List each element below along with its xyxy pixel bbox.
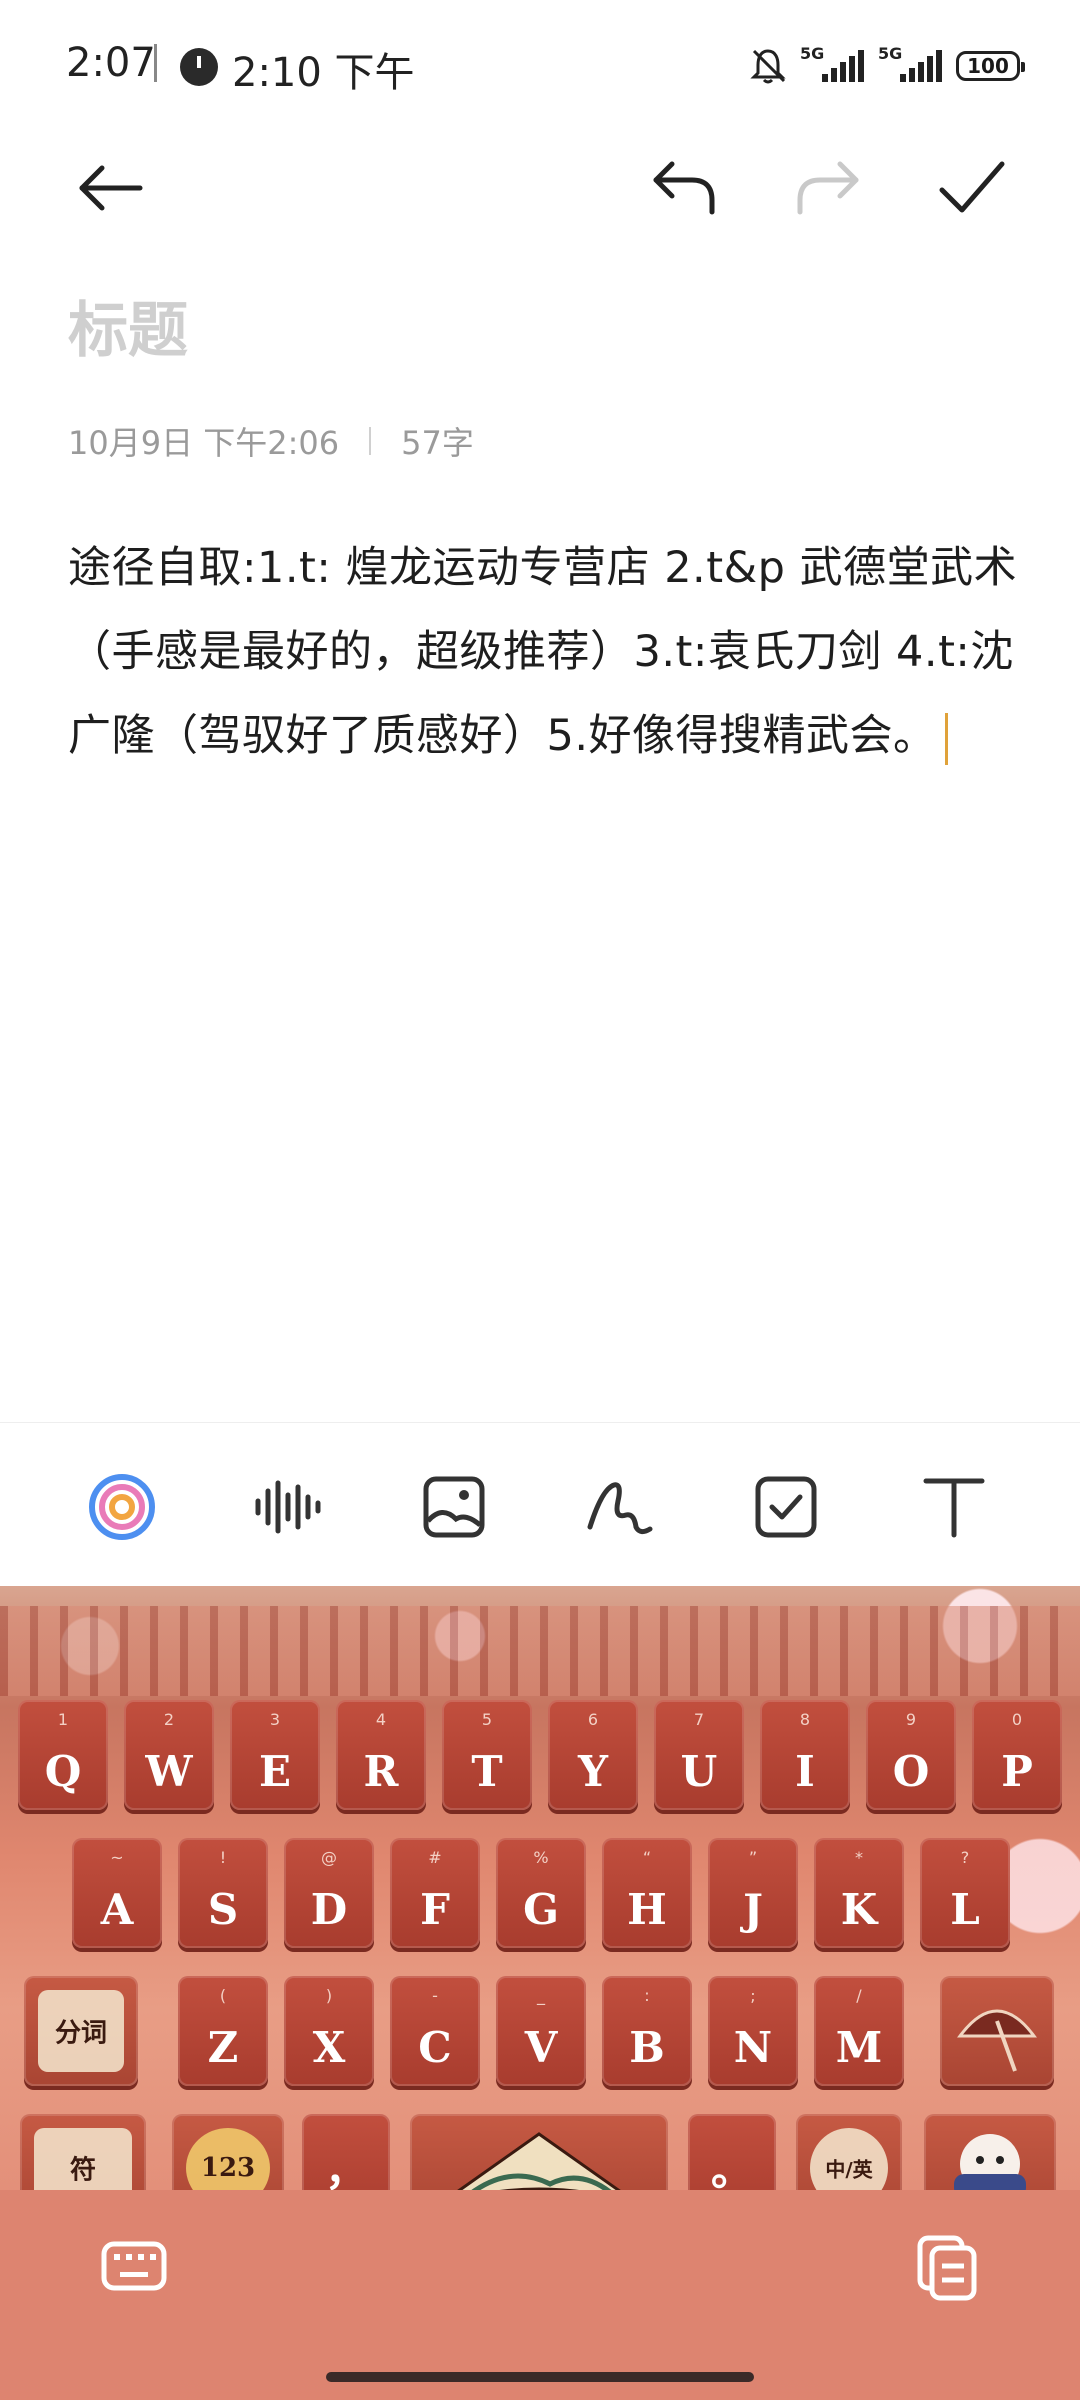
key-g[interactable]: % G [496, 1838, 586, 1948]
note-body-editor[interactable]: 途径自取:1.t: 煌龙运动专营店 2.t&p 武德堂武术（手感是最好的，超级推… [68, 526, 1018, 778]
silent-bell-icon [750, 47, 786, 85]
note-date: 10月9日 下午2:06 [68, 424, 340, 462]
key-h[interactable]: “H [602, 1838, 692, 1948]
symbols-label: 符 [69, 2155, 96, 2186]
keyboard-decor-rail [0, 1606, 1080, 1696]
split-word-key[interactable]: 分词 [24, 1976, 138, 2086]
note-meta: 10月9日 下午2:06 57字 [68, 418, 474, 464]
period-label: 。 [710, 2146, 753, 2195]
note-char-count: 57字 [401, 424, 474, 462]
key-z[interactable]: (Z [178, 1976, 268, 2086]
key-r[interactable]: 4R [336, 1700, 426, 1810]
key-f[interactable]: # F [390, 1838, 480, 1948]
key-y[interactable]: 6Y [548, 1700, 638, 1810]
language-label: 中/英 [825, 2157, 873, 2182]
keyboard-hide-icon[interactable] [98, 2230, 170, 2302]
key-c[interactable]: -C [390, 1976, 480, 2086]
battery-icon: 100 [956, 51, 1025, 81]
numbers-label: 123 [200, 2153, 256, 2183]
text-format-icon[interactable] [916, 1469, 992, 1545]
key-w[interactable]: 2W [124, 1700, 214, 1810]
key-l[interactable]: ? L [920, 1838, 1010, 1948]
key-i[interactable]: 8I [760, 1700, 850, 1810]
key-d[interactable]: @ D [284, 1838, 374, 1948]
checklist-icon[interactable] [748, 1469, 824, 1545]
split-word-label: 分词 [54, 2018, 107, 2049]
edit-tools-bar [0, 1422, 1080, 1587]
comma-label: ， [324, 2146, 367, 2195]
back-arrow-icon[interactable] [72, 150, 148, 226]
key-s[interactable]: ! S [178, 1838, 268, 1948]
check-icon[interactable] [934, 150, 1010, 226]
signal-1-icon: 5G [800, 44, 864, 82]
key-v[interactable]: _ V [496, 1976, 586, 2086]
note-body-text: 途径自取:1.t: 煌龙运动专营店 2.t&p 武德堂武术（手感是最好的，超级推… [68, 543, 1018, 761]
status-divider [154, 44, 157, 82]
alarm-clock-icon [180, 48, 218, 86]
home-indicator[interactable] [326, 2372, 754, 2382]
key-m[interactable]: / M [814, 1976, 904, 2086]
image-icon[interactable] [416, 1469, 492, 1545]
handwriting-icon[interactable] [582, 1469, 658, 1545]
status-icons: 5G 5G 100 [750, 44, 1025, 88]
backspace-key[interactable] [940, 1976, 1054, 2086]
umbrella-icon [957, 2009, 1037, 2072]
voice-icon[interactable] [250, 1469, 326, 1545]
redo-icon[interactable] [790, 150, 866, 226]
ai-assistant-icon[interactable] [84, 1469, 160, 1545]
key-a[interactable]: ~ A [72, 1838, 162, 1948]
key-e[interactable]: 3E [230, 1700, 320, 1810]
text-cursor [944, 712, 948, 765]
key-u[interactable]: 7U [654, 1700, 744, 1810]
key-t[interactable]: 5T [442, 1700, 532, 1810]
meta-divider [369, 427, 372, 455]
keyboard-bottom-bar [0, 2190, 1080, 2400]
key-b[interactable]: :B [602, 1976, 692, 2086]
status-bar: 2:07 2:10 下午 5G 5G 100 [0, 0, 1080, 140]
title-input[interactable]: 标题 [68, 282, 188, 369]
key-j[interactable]: ” J [708, 1838, 798, 1948]
key-q[interactable]: 1Q [18, 1700, 108, 1810]
undo-icon[interactable] [646, 150, 722, 226]
network-type-2: 5G [878, 44, 903, 63]
key-k[interactable]: * K [814, 1838, 904, 1948]
alarm-time: 2:10 下午 [232, 50, 415, 96]
key-p[interactable]: 0P [972, 1700, 1062, 1810]
key-o[interactable]: 9O [866, 1700, 956, 1810]
clipboard-icon[interactable] [910, 2230, 982, 2302]
key-x[interactable]: ) X [284, 1976, 374, 2086]
key-n[interactable]: ; N [708, 1976, 798, 2086]
signal-2-icon: 5G [878, 44, 942, 82]
network-type-1: 5G [800, 44, 825, 63]
status-time: 2:07 [66, 40, 156, 86]
